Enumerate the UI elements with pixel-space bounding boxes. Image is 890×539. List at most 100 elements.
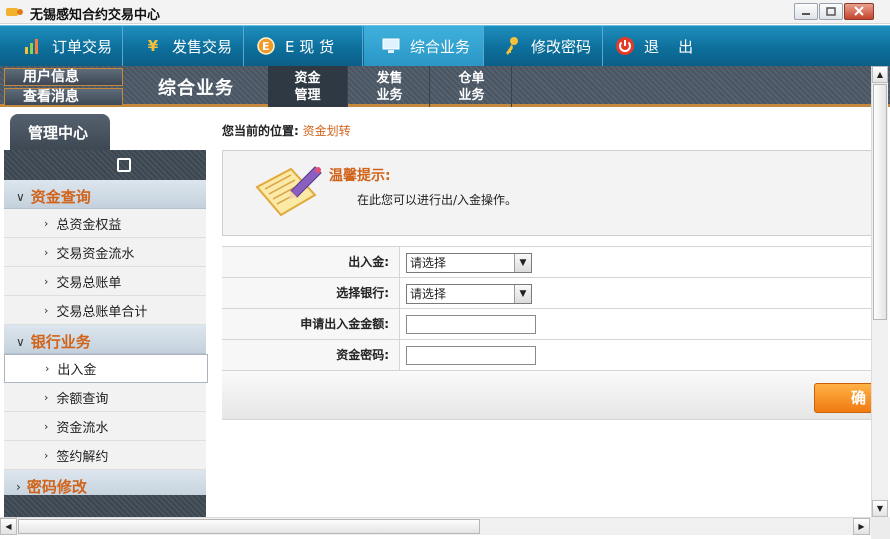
sidebar-tabstrip: 管理中心 [0, 110, 210, 150]
chevron-right-icon: › [44, 448, 49, 462]
nav-general-business[interactable]: 综合业务 [364, 26, 484, 66]
tab-label-line1: 发售 [376, 71, 403, 86]
menu-item-total-equity[interactable]: › 总资金权益 [4, 209, 206, 238]
nav-e-spot[interactable]: E E 现 货 [245, 26, 363, 66]
chevron-right-icon: › [16, 479, 21, 494]
menu-item-label: 签约解约 [56, 449, 109, 465]
menu-item-label: 总资金权益 [56, 217, 122, 233]
breadcrumb-label: 您当前的位置: [222, 124, 299, 138]
vertical-scroll-thumb[interactable] [873, 84, 887, 320]
bank-select[interactable]: 请选择 ▼ [406, 284, 532, 304]
menu-group-label: 密码修改 [26, 478, 87, 496]
menu-item-label: 余额查询 [56, 391, 109, 407]
view-messages-button[interactable]: 查看消息 [4, 88, 123, 106]
sidebar-footer [4, 495, 206, 517]
scroll-up-icon[interactable]: ▲ [872, 66, 888, 83]
title-bar: 无锡感知合约交易中心 [0, 0, 890, 24]
window-title: 无锡感知合约交易中心 [30, 8, 161, 23]
scroll-down-icon[interactable]: ▼ [872, 500, 888, 517]
tab-issue-business[interactable]: 发售 业务 [350, 66, 430, 107]
menu-item-trade-statement[interactable]: › 交易总账单 [4, 267, 206, 296]
tip-title: 温馨提示: [329, 168, 391, 184]
menu-item-sign-unsign[interactable]: › 签约解约 [4, 441, 206, 470]
tab-warehouse-business[interactable]: 仓单 业务 [432, 66, 512, 107]
nav-label: 发售交易 [172, 37, 233, 56]
tip-box: 温馨提示: 在此您可以进行出/入金操作。 [222, 150, 882, 236]
bar-chart-icon [22, 35, 44, 57]
menu-item-label: 交易资金流水 [56, 246, 135, 262]
tab-label-line1: 仓单 [458, 71, 485, 86]
dropdown-arrow-icon: ▼ [514, 254, 531, 272]
chevron-right-icon: › [44, 245, 49, 259]
sidebar-header [4, 150, 206, 180]
menu-item-label: 出入金 [57, 363, 97, 378]
monitor-icon [380, 35, 402, 57]
sub-navigation: 用户信息 查看消息 综合业务 资金 管理 发售 业务 仓单 业务 [0, 66, 890, 107]
amount-label: 申请出入金金额: [222, 309, 400, 339]
menu-group-bank-business[interactable]: ∨ 银行业务 [4, 325, 206, 354]
nav-label: E 现 货 [285, 37, 335, 56]
scrollbar-corner [871, 517, 890, 539]
power-icon [614, 35, 636, 57]
horizontal-scrollbar[interactable]: ◀ ▶ [0, 517, 871, 535]
menu-item-trade-statement-total[interactable]: › 交易总账单合计 [4, 296, 206, 325]
user-info-button[interactable]: 用户信息 [4, 68, 123, 86]
minimize-button[interactable] [794, 3, 818, 20]
bank-label: 选择银行: [222, 278, 400, 308]
nav-label: 退 出 [644, 37, 694, 56]
chevron-right-icon: › [44, 274, 49, 288]
tab-label-line2: 管理 [294, 88, 321, 103]
main-content: 您当前的位置: 资金划转 温馨提示: 在此您可以进行出/入金操作。 出入金: 请… [212, 110, 884, 517]
menu-group-label: 银行业务 [30, 333, 91, 351]
menu-item-trade-fund-flow[interactable]: › 交易资金流水 [4, 238, 206, 267]
chevron-right-icon: › [44, 390, 49, 404]
menu-item-label: 资金流水 [56, 420, 109, 436]
yen-icon: ¥ [147, 37, 159, 55]
amount-input[interactable] [406, 315, 536, 334]
maximize-button[interactable] [819, 3, 843, 20]
bank-selected-value: 请选择 [410, 287, 447, 301]
tab-management-center[interactable]: 管理中心 [10, 114, 110, 150]
form-row-direction: 出入金: 请选择 ▼ [222, 247, 882, 278]
password-label: 资金密码: [222, 340, 400, 370]
maximize-icon [826, 7, 836, 16]
menu-item-balance-query[interactable]: › 余额查询 [4, 383, 206, 412]
tab-label-line2: 业务 [376, 88, 403, 103]
breadcrumb: 您当前的位置: 资金划转 [222, 122, 351, 139]
nav-label: 订单交易 [52, 37, 113, 56]
form-row-bank: 选择银行: 请选择 ▼ [222, 278, 882, 309]
direction-select[interactable]: 请选择 ▼ [406, 253, 532, 273]
top-navigation: 订单交易 ¥ 发售交易 E E 现 货 综合业务 修改密码 退 出 [0, 25, 890, 66]
nav-issue-trade[interactable]: ¥ 发售交易 [124, 26, 244, 66]
svg-text:E: E [262, 40, 270, 53]
vertical-scrollbar[interactable]: ▲ ▼ [871, 66, 888, 517]
fund-password-input[interactable] [406, 346, 536, 365]
sidebar-menu: ∨ 资金查询 › 总资金权益 › 交易资金流水 › 交易总账单 › 交易总账单合… [4, 180, 208, 499]
close-button[interactable] [844, 3, 874, 20]
close-icon [854, 6, 864, 16]
nav-change-password[interactable]: 修改密码 [485, 26, 603, 66]
chevron-right-icon: › [44, 216, 49, 230]
tab-fund-management[interactable]: 资金 管理 [268, 66, 348, 107]
menu-item-fund-flow[interactable]: › 资金流水 [4, 412, 206, 441]
menu-item-label: 交易总账单合计 [56, 304, 148, 320]
form-row-amount: 申请出入金金额: [222, 309, 882, 340]
section-title: 综合业务 [158, 78, 234, 99]
menu-group-label: 资金查询 [30, 188, 91, 206]
tip-text: 在此您可以进行出/入金操作。 [357, 193, 518, 207]
form-actions: 确 [222, 371, 884, 420]
tab-label-line2: 业务 [458, 88, 485, 103]
breadcrumb-current: 资金划转 [302, 124, 351, 138]
scroll-right-icon[interactable]: ▶ [853, 518, 870, 535]
menu-group-fund-query[interactable]: ∨ 资金查询 [4, 180, 206, 209]
menu-item-deposit-withdraw[interactable]: › 出入金 [4, 354, 208, 383]
nav-logout[interactable]: 退 出 [604, 26, 734, 66]
notepad-pen-icon [255, 166, 322, 217]
scroll-left-icon[interactable]: ◀ [0, 518, 17, 535]
horizontal-scroll-thumb[interactable] [18, 519, 480, 534]
menu-item-label: 交易总账单 [56, 275, 122, 291]
collapse-icon[interactable] [117, 158, 131, 172]
nav-order-trade[interactable]: 订单交易 [0, 26, 123, 66]
app-logo-icon [6, 8, 23, 16]
direction-label: 出入金: [222, 247, 400, 277]
